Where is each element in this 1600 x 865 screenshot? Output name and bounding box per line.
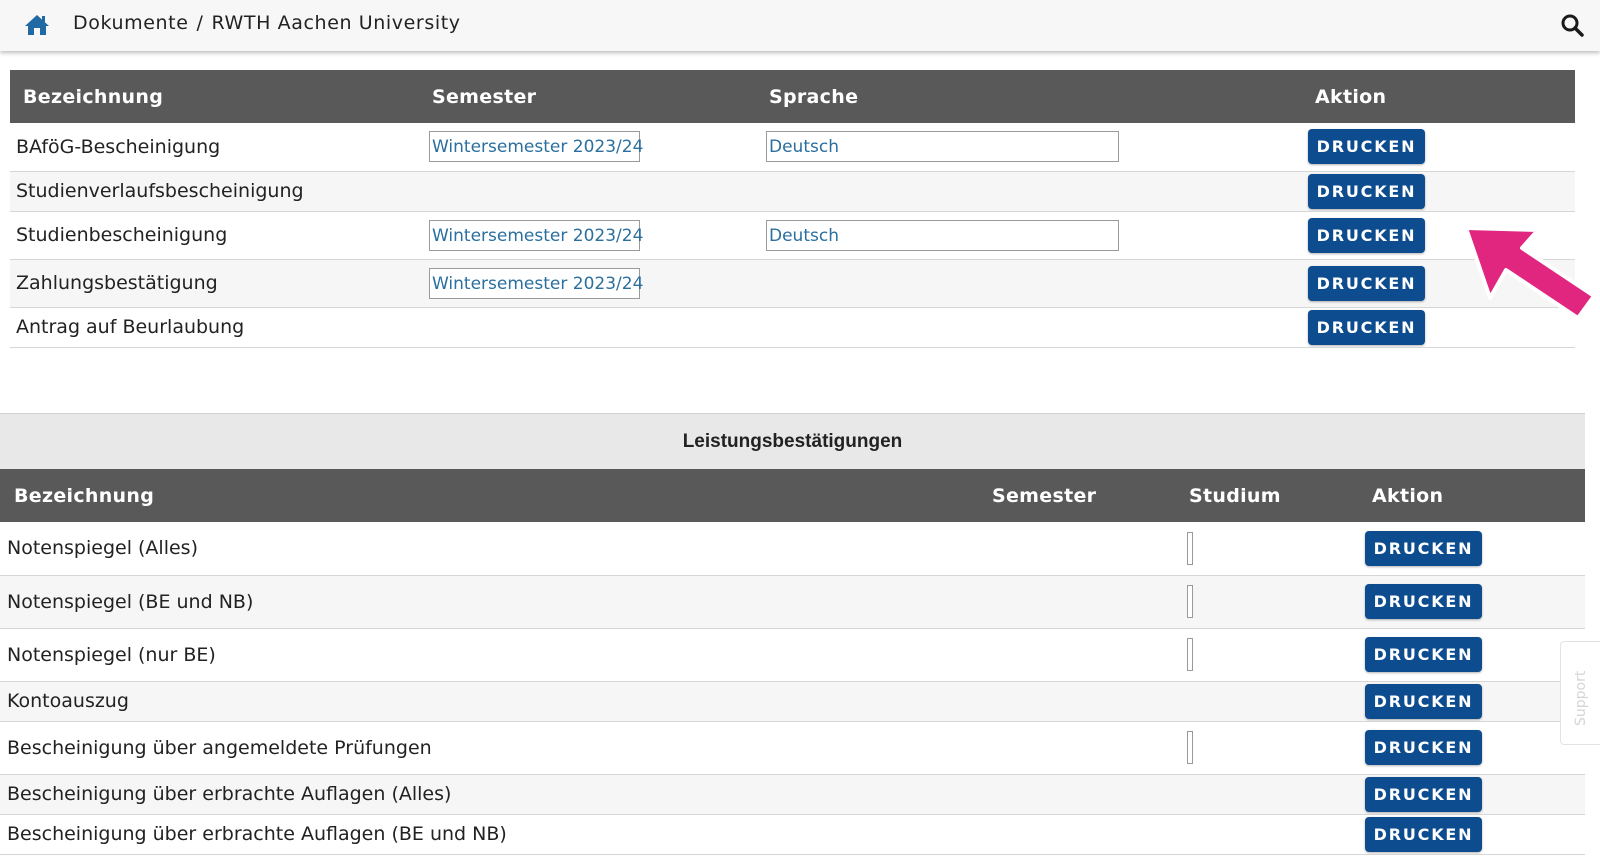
table-row: Notenspiegel (BE und NB) DRUCKEN: [0, 575, 1585, 629]
table-row: Antrag auf Beurlaubung DRUCKEN: [10, 307, 1575, 348]
document-name: Notenspiegel (nur BE): [0, 628, 980, 682]
breadcrumb-root[interactable]: Dokumente: [73, 12, 189, 34]
document-name: Studienverlaufsbescheinigung: [10, 171, 420, 212]
table-row: Kontoauszug DRUCKEN: [0, 681, 1585, 722]
print-button[interactable]: DRUCKEN: [1308, 265, 1425, 301]
print-button[interactable]: DRUCKEN: [1365, 816, 1482, 852]
table-row: Notenspiegel (Alles) DRUCKEN: [0, 522, 1585, 576]
section-title: Leistungsbestätigungen: [0, 413, 1585, 469]
studium-select[interactable]: [1187, 585, 1193, 618]
table-row: Zahlungsbestätigung Wintersemester 2023/…: [10, 259, 1575, 308]
print-button[interactable]: DRUCKEN: [1365, 530, 1482, 566]
language-select[interactable]: Deutsch: [766, 131, 1119, 163]
home-icon[interactable]: [24, 13, 50, 37]
print-button[interactable]: DRUCKEN: [1308, 309, 1425, 345]
print-button[interactable]: DRUCKEN: [1308, 129, 1425, 165]
breadcrumb-separator: /: [196, 12, 204, 34]
document-name: Notenspiegel (BE und NB): [0, 575, 980, 629]
document-name: Bescheinigung über erbrachte Auflagen (B…: [0, 814, 980, 855]
table-row: Studienbescheinigung Wintersemester 2023…: [10, 211, 1575, 260]
print-button[interactable]: DRUCKEN: [1365, 730, 1482, 765]
print-button[interactable]: DRUCKEN: [1308, 173, 1425, 209]
table-row: BAföG-Bescheinigung Wintersemester 2023/…: [10, 123, 1575, 172]
print-button[interactable]: DRUCKEN: [1365, 637, 1482, 672]
document-name: Antrag auf Beurlaubung: [10, 307, 420, 348]
table-row: Notenspiegel (nur BE) DRUCKEN: [0, 628, 1585, 682]
semester-select[interactable]: Wintersemester 2023/24: [429, 267, 643, 299]
document-name: Bescheinigung über angemeldete Prüfungen: [0, 721, 980, 775]
breadcrumb: Dokumente / RWTH Aachen University: [73, 12, 469, 34]
table-row: Studienverlaufsbescheinigung DRUCKEN: [10, 171, 1575, 212]
breadcrumb-current: RWTH Aachen University: [211, 12, 461, 34]
studium-select[interactable]: [1187, 638, 1193, 671]
studium-select[interactable]: [1187, 731, 1193, 764]
print-button[interactable]: DRUCKEN: [1365, 584, 1482, 619]
print-button[interactable]: DRUCKEN: [1365, 683, 1482, 719]
studium-select[interactable]: [1187, 531, 1193, 565]
table-row: Bescheinigung über erbrachte Auflagen (A…: [0, 774, 1585, 815]
support-tab[interactable]: Support: [1560, 641, 1600, 745]
document-name: Bescheinigung über erbrachte Auflagen (A…: [0, 774, 980, 815]
document-name: BAföG-Bescheinigung: [10, 123, 420, 172]
column-header-bezeichnung: Bezeichnung: [0, 469, 980, 522]
column-header-aktion: Aktion: [1305, 70, 1575, 123]
print-button[interactable]: DRUCKEN: [1308, 217, 1425, 253]
table-header-row: Bezeichnung Semester Studium Aktion: [0, 469, 1585, 522]
table-row: Bescheinigung über angemeldete Prüfungen…: [0, 721, 1585, 775]
support-label: Support: [1573, 670, 1589, 726]
achievements-table: Bezeichnung Semester Studium Aktion Note…: [0, 469, 1585, 855]
column-header-semester: Semester: [980, 469, 1170, 522]
document-name: Kontoauszug: [0, 681, 980, 722]
document-name: Notenspiegel (Alles): [0, 522, 980, 576]
table-row: Bescheinigung über erbrachte Auflagen (B…: [0, 814, 1585, 855]
semester-select[interactable]: Wintersemester 2023/24: [429, 219, 643, 251]
semester-select[interactable]: Wintersemester 2023/24: [429, 131, 643, 163]
column-header-bezeichnung: Bezeichnung: [10, 70, 420, 123]
print-button[interactable]: DRUCKEN: [1365, 776, 1482, 812]
search-icon[interactable]: [1560, 13, 1584, 37]
table-header-row: Bezeichnung Semester Sprache Aktion: [10, 70, 1575, 123]
document-name: Zahlungsbestätigung: [10, 259, 420, 308]
column-header-aktion: Aktion: [1350, 469, 1585, 522]
column-header-studium: Studium: [1170, 469, 1350, 522]
column-header-sprache: Sprache: [758, 70, 1305, 123]
documents-table: Bezeichnung Semester Sprache Aktion BAfö…: [10, 70, 1575, 348]
language-select[interactable]: Deutsch: [766, 219, 1119, 251]
column-header-semester: Semester: [420, 70, 758, 123]
document-name: Studienbescheinigung: [10, 211, 420, 260]
top-bar: Dokumente / RWTH Aachen University: [0, 0, 1600, 51]
